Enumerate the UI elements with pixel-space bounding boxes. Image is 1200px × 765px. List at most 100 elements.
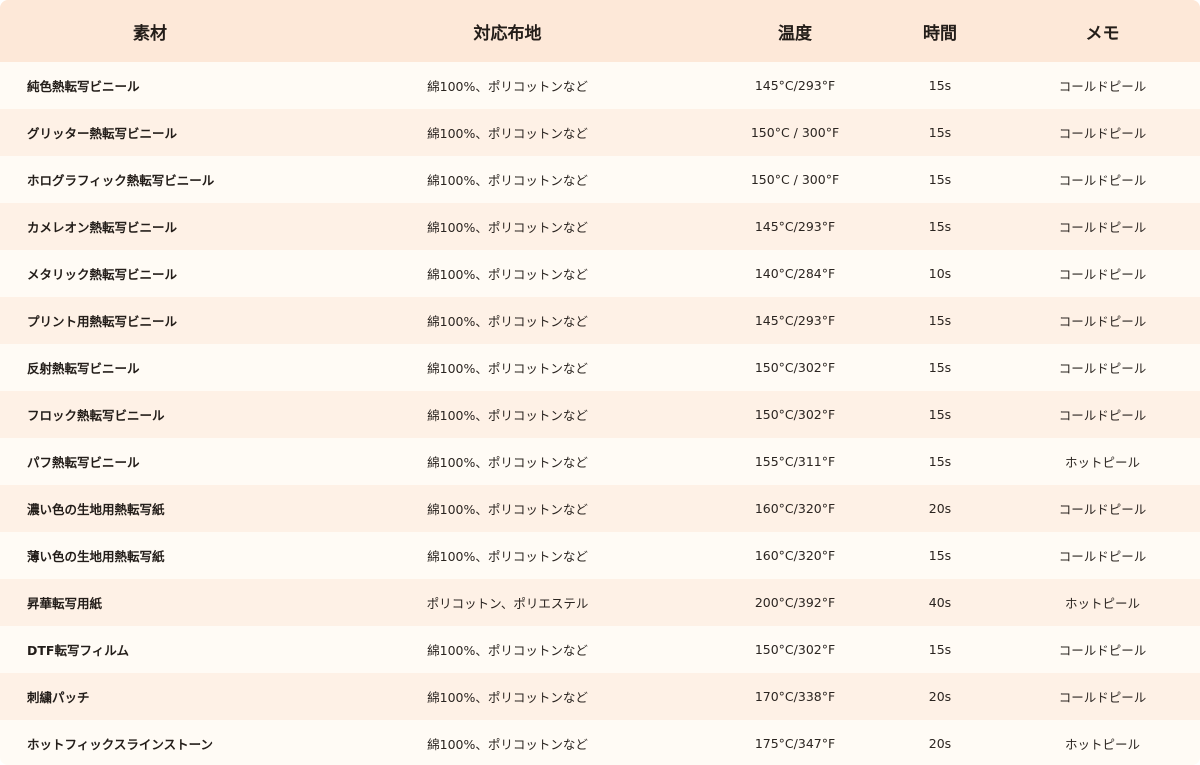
cell-temperature: 160°C/320°F	[754, 501, 836, 516]
cell-memo: コールドピール	[1058, 549, 1147, 564]
cell-time: 20s	[928, 689, 952, 704]
cell-material: メタリック熱転写ビニール	[27, 267, 178, 282]
cell-material: 刺繍パッチ	[27, 690, 90, 705]
cell-time: 15s	[928, 125, 952, 140]
cell-material: 濃い色の生地用熱転写紙	[27, 502, 165, 517]
header-temperature: 温度	[778, 23, 812, 44]
header-row: 素材 対応布地 温度 時間 メモ	[0, 0, 1200, 62]
table-row: メタリック熱転写ビニール 綿100%、ポリコットンなど 140°C/284°F …	[0, 250, 1200, 297]
table-row: 純色熱転写ビニール 綿100%、ポリコットンなど 145°C/293°F 15s…	[0, 62, 1200, 109]
cell-time: 15s	[928, 454, 952, 469]
cell-time: 15s	[928, 172, 952, 187]
cell-time: 10s	[928, 266, 952, 281]
table-row: フロック熱転写ビニール 綿100%、ポリコットンなど 150°C/302°F 1…	[0, 391, 1200, 438]
heat-press-settings-table: 素材 対応布地 温度 時間 メモ 純色熱転写ビニール 綿100%、ポリコットンな…	[0, 0, 1200, 765]
cell-time: 20s	[928, 736, 952, 751]
header-memo: メモ	[1085, 23, 1120, 44]
cell-temperature: 155°C/311°F	[754, 454, 836, 469]
cell-temperature: 170°C/338°F	[754, 689, 836, 704]
table-row: 濃い色の生地用熱転写紙 綿100%、ポリコットンなど 160°C/320°F 2…	[0, 485, 1200, 532]
cell-temperature: 150°C/302°F	[754, 407, 836, 422]
cell-fabric: ポリコットン、ポリエステル	[426, 596, 589, 611]
cell-time: 20s	[928, 501, 952, 516]
table-row: DTF転写フィルム 綿100%、ポリコットンなど 150°C/302°F 15s…	[0, 626, 1200, 673]
cell-memo: コールドピール	[1058, 502, 1147, 517]
cell-fabric: 綿100%、ポリコットンなど	[427, 79, 588, 94]
cell-temperature: 200°C/392°F	[754, 595, 836, 610]
table-row: パフ熱転写ビニール 綿100%、ポリコットンなど 155°C/311°F 15s…	[0, 438, 1200, 485]
cell-memo: コールドピール	[1058, 690, 1147, 705]
cell-fabric: 綿100%、ポリコットンなど	[427, 549, 588, 564]
table-header: 素材 対応布地 温度 時間 メモ	[0, 0, 1200, 62]
cell-fabric: 綿100%、ポリコットンなど	[427, 220, 588, 235]
cell-material: プリント用熱転写ビニール	[27, 314, 178, 329]
cell-fabric: 綿100%、ポリコットンなど	[427, 126, 588, 141]
table-row: 刺繍パッチ 綿100%、ポリコットンなど 170°C/338°F 20s コール…	[0, 673, 1200, 720]
cell-time: 15s	[928, 360, 952, 375]
cell-material: ホットフィックスラインストーン	[27, 737, 214, 752]
table-row: グリッター熱転写ビニール 綿100%、ポリコットンなど 150°C / 300°…	[0, 109, 1200, 156]
table-row: 昇華転写用紙 ポリコットン、ポリエステル 200°C/392°F 40s ホット…	[0, 579, 1200, 626]
cell-memo: コールドピール	[1058, 79, 1147, 94]
cell-material: パフ熱転写ビニール	[27, 455, 140, 470]
table-body: 純色熱転写ビニール 綿100%、ポリコットンなど 145°C/293°F 15s…	[0, 62, 1200, 765]
cell-temperature: 175°C/347°F	[754, 736, 836, 751]
cell-material: DTF転写フィルム	[27, 643, 129, 658]
cell-material: カメレオン熱転写ビニール	[27, 220, 178, 235]
cell-material: ホログラフィック熱転写ビニール	[27, 173, 215, 188]
cell-temperature: 140°C/284°F	[754, 266, 836, 281]
cell-time: 15s	[928, 642, 952, 657]
table-row: 反射熱転写ビニール 綿100%、ポリコットンなど 150°C/302°F 15s…	[0, 344, 1200, 391]
header-time: 時間	[923, 23, 957, 44]
cell-temperature: 160°C/320°F	[754, 548, 836, 563]
cell-memo: ホットピール	[1064, 737, 1140, 752]
table-row: 薄い色の生地用熱転写紙 綿100%、ポリコットンなど 160°C/320°F 1…	[0, 532, 1200, 579]
cell-fabric: 綿100%、ポリコットンなど	[427, 361, 588, 376]
cell-temperature: 150°C/302°F	[754, 642, 836, 657]
cell-memo: コールドピール	[1058, 267, 1147, 282]
cell-fabric: 綿100%、ポリコットンなど	[427, 737, 588, 752]
cell-temperature: 145°C/293°F	[754, 78, 836, 93]
cell-temperature: 145°C/293°F	[754, 219, 836, 234]
cell-time: 40s	[928, 595, 952, 610]
cell-material: 薄い色の生地用熱転写紙	[27, 549, 165, 564]
cell-time: 15s	[928, 548, 952, 563]
table-row: カメレオン熱転写ビニール 綿100%、ポリコットンなど 145°C/293°F …	[0, 203, 1200, 250]
cell-fabric: 綿100%、ポリコットンなど	[427, 173, 588, 188]
cell-material: 昇華転写用紙	[27, 596, 103, 611]
cell-fabric: 綿100%、ポリコットンなど	[427, 455, 588, 470]
cell-material: フロック熱転写ビニール	[27, 408, 165, 423]
cell-memo: コールドピール	[1058, 408, 1147, 423]
cell-time: 15s	[928, 219, 952, 234]
cell-temperature: 150°C / 300°F	[750, 125, 840, 140]
cell-material: グリッター熱転写ビニール	[27, 126, 178, 141]
cell-temperature: 150°C / 300°F	[750, 172, 840, 187]
table-row: ホログラフィック熱転写ビニール 綿100%、ポリコットンなど 150°C / 3…	[0, 156, 1200, 203]
cell-time: 15s	[928, 313, 952, 328]
cell-memo: コールドピール	[1058, 314, 1147, 329]
cell-fabric: 綿100%、ポリコットンなど	[427, 314, 588, 329]
cell-fabric: 綿100%、ポリコットンなど	[427, 267, 588, 282]
header-material: 素材	[133, 23, 167, 44]
cell-memo: コールドピール	[1058, 220, 1147, 235]
cell-memo: ホットピール	[1064, 455, 1140, 470]
cell-memo: コールドピール	[1058, 643, 1147, 658]
cell-material: 反射熱転写ビニール	[27, 361, 140, 376]
cell-fabric: 綿100%、ポリコットンなど	[427, 502, 588, 517]
cell-material: 純色熱転写ビニール	[27, 79, 140, 94]
table-row: プリント用熱転写ビニール 綿100%、ポリコットンなど 145°C/293°F …	[0, 297, 1200, 344]
cell-fabric: 綿100%、ポリコットンなど	[427, 408, 588, 423]
cell-memo: ホットピール	[1064, 596, 1140, 611]
cell-memo: コールドピール	[1058, 361, 1147, 376]
cell-memo: コールドピール	[1058, 173, 1147, 188]
cell-memo: コールドピール	[1058, 126, 1147, 141]
table-row: ホットフィックスラインストーン 綿100%、ポリコットンなど 175°C/347…	[0, 720, 1200, 765]
cell-time: 15s	[928, 78, 952, 93]
cell-time: 15s	[928, 407, 952, 422]
cell-temperature: 150°C/302°F	[754, 360, 836, 375]
cell-fabric: 綿100%、ポリコットンなど	[427, 690, 588, 705]
cell-temperature: 145°C/293°F	[754, 313, 836, 328]
header-fabric: 対応布地	[473, 23, 542, 44]
cell-fabric: 綿100%、ポリコットンなど	[427, 643, 588, 658]
heat-press-settings-table-container: 素材 対応布地 温度 時間 メモ 純色熱転写ビニール 綿100%、ポリコットンな…	[0, 0, 1200, 765]
